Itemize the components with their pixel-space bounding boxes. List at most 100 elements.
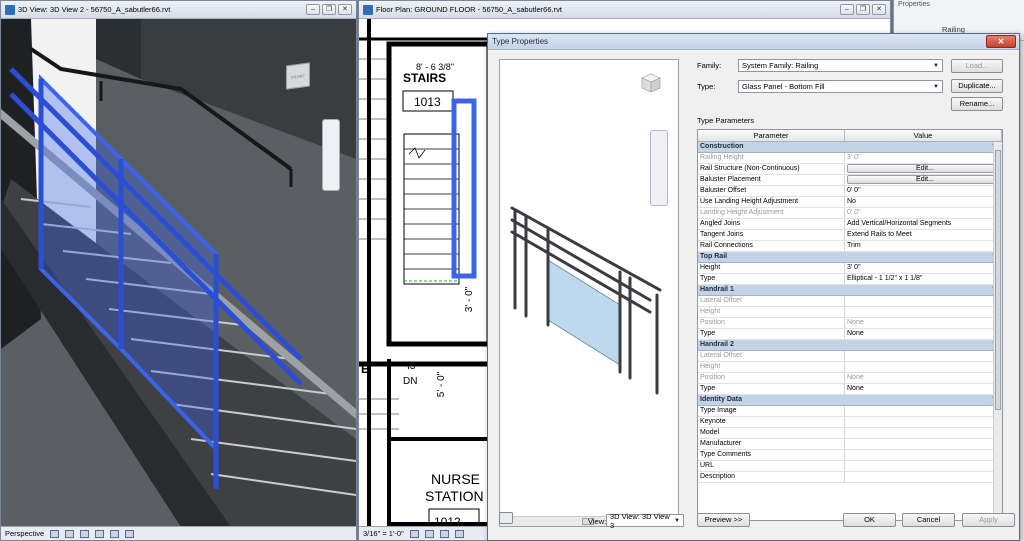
grid-scroll-thumb[interactable]: [995, 150, 1001, 410]
parameter-value[interactable]: [845, 428, 1002, 438]
parameter-value[interactable]: [845, 450, 1002, 460]
parameter-value[interactable]: None: [845, 384, 1002, 394]
parameter-value[interactable]: [845, 296, 1002, 306]
parameter-value[interactable]: [845, 439, 1002, 449]
parameter-row[interactable]: Position None: [698, 318, 1002, 329]
view-scale[interactable]: 3/16" = 1'-0": [363, 529, 404, 538]
edit-button[interactable]: Edit...: [847, 175, 1002, 184]
parameter-row[interactable]: Type Elliptical - 1 1/2" x 1 1/8": [698, 274, 1002, 285]
fp-restore-button[interactable]: ❐: [856, 4, 870, 15]
floorplan-titlebar[interactable]: Floor Plan: GROUND FLOOR - 56750_A_sabut…: [359, 1, 890, 19]
fp-minimize-button[interactable]: –: [840, 4, 854, 15]
view3d-canvas[interactable]: FRONT: [1, 19, 356, 527]
parameter-row[interactable]: URL: [698, 461, 1002, 472]
dialog-close-button[interactable]: ✕: [986, 35, 1016, 48]
minimize-button[interactable]: –: [306, 4, 320, 15]
type-parameters-grid[interactable]: Parameter Value Construction⌃Railing Hei…: [697, 129, 1003, 521]
sun-path-icon[interactable]: [65, 529, 75, 538]
parameter-row[interactable]: Baluster Placement Edit...: [698, 175, 1002, 186]
parameter-value[interactable]: Add Vertical/Horizontal Segments: [845, 219, 1002, 229]
parameter-value[interactable]: None: [845, 329, 1002, 339]
zoom-icon[interactable]: [499, 512, 513, 524]
parameter-value[interactable]: 0' 0": [845, 208, 1002, 218]
station-label[interactable]: STATION: [425, 488, 484, 504]
render-icon[interactable]: [95, 529, 105, 538]
group-header[interactable]: Handrail 1⌃: [698, 285, 1002, 296]
parameter-row[interactable]: Railing Height 3' 0": [698, 153, 1002, 164]
restore-button[interactable]: ❐: [322, 4, 336, 15]
fp-visual-style-icon[interactable]: [424, 529, 434, 538]
parameter-row[interactable]: Type None: [698, 384, 1002, 395]
dimension-side[interactable]: 3' - 0": [464, 287, 475, 312]
group-header[interactable]: Handrail 2⌃: [698, 340, 1002, 351]
parameter-row[interactable]: Height: [698, 307, 1002, 318]
edit-button[interactable]: Edit...: [847, 164, 1002, 173]
navigation-bar[interactable]: [322, 119, 340, 191]
group-header[interactable]: Construction⌃: [698, 142, 1002, 153]
parameter-row[interactable]: Use Landing Height Adjustment No: [698, 197, 1002, 208]
dialog-titlebar[interactable]: Type Properties ✕: [488, 34, 1019, 50]
load-button[interactable]: Load...: [951, 59, 1003, 73]
visual-style-icon[interactable]: [50, 529, 60, 538]
fp-sun-path-icon[interactable]: [439, 529, 449, 538]
parameter-row[interactable]: Type Comments: [698, 450, 1002, 461]
crop-icon[interactable]: [110, 529, 120, 538]
stairs-label[interactable]: STAIRS: [403, 71, 446, 85]
dimension-5[interactable]: 5' - 0": [436, 372, 447, 397]
parameter-value[interactable]: Extend Rails to Meet: [845, 230, 1002, 240]
group-header[interactable]: Top Rail⌃: [698, 252, 1002, 263]
parameter-value[interactable]: Trim: [845, 241, 1002, 251]
rename-button[interactable]: Rename...: [951, 97, 1003, 111]
parameter-value[interactable]: [845, 461, 1002, 471]
parameter-value[interactable]: 3' 0": [845, 263, 1002, 273]
detail-level-icon[interactable]: [409, 529, 419, 538]
parameter-row[interactable]: Height 3' 0": [698, 263, 1002, 274]
parameter-row[interactable]: Rail Connections Trim: [698, 241, 1002, 252]
nurse-label[interactable]: NURSE: [431, 471, 480, 487]
parameter-value[interactable]: None: [845, 318, 1002, 328]
parameter-row[interactable]: Lateral Offset: [698, 296, 1002, 307]
parameter-value-cell[interactable]: Edit...: [845, 164, 1002, 174]
parameter-row[interactable]: Manufacturer: [698, 439, 1002, 450]
parameter-value[interactable]: [845, 351, 1002, 361]
view3d-titlebar[interactable]: 3D View: 3D View 2 - 56750_A_sabutler66.…: [1, 1, 356, 19]
parameter-row[interactable]: Position None: [698, 373, 1002, 384]
parameter-row[interactable]: Landing Height Adjustment 0' 0": [698, 208, 1002, 219]
parameter-value[interactable]: [845, 362, 1002, 372]
viewcube[interactable]: FRONT: [286, 62, 310, 90]
parameter-row[interactable]: Baluster Offset 0' 0": [698, 186, 1002, 197]
parameter-row[interactable]: Description: [698, 472, 1002, 483]
temp-hide-icon[interactable]: [125, 529, 135, 538]
preview-pane[interactable]: [499, 59, 679, 527]
view3d-window[interactable]: 3D View: 3D View 2 - 56750_A_sabutler66.…: [0, 0, 357, 541]
parameter-row[interactable]: Height: [698, 362, 1002, 373]
parameter-value[interactable]: [845, 307, 1002, 317]
parameter-row[interactable]: Lateral Offset: [698, 351, 1002, 362]
parameter-row[interactable]: Keynote: [698, 417, 1002, 428]
ok-button[interactable]: OK: [843, 513, 896, 527]
parameter-value[interactable]: [845, 406, 1002, 416]
parameter-row[interactable]: Model: [698, 428, 1002, 439]
duplicate-button[interactable]: Duplicate...: [951, 79, 1003, 93]
view-dropdown[interactable]: 3D View: 3D View 3 ▼: [606, 512, 684, 530]
room-number-1013[interactable]: 1013: [414, 95, 441, 109]
type-properties-dialog[interactable]: Type Properties ✕ Family: System Family:…: [487, 33, 1020, 541]
parameter-value[interactable]: None: [845, 373, 1002, 383]
parameter-value[interactable]: [845, 472, 1002, 482]
group-header[interactable]: Identity Data⌃: [698, 395, 1002, 406]
parameter-row[interactable]: Tangent Joins Extend Rails to Meet: [698, 230, 1002, 241]
parameter-row[interactable]: Type Image: [698, 406, 1002, 417]
cancel-button[interactable]: Cancel: [902, 513, 955, 527]
preview-button[interactable]: Preview >>: [697, 513, 750, 527]
close-button[interactable]: ✕: [338, 4, 352, 15]
fp-shadows-icon[interactable]: [454, 529, 464, 538]
parameter-row[interactable]: Rail Structure (Non-Continuous) Edit...: [698, 164, 1002, 175]
family-dropdown[interactable]: System Family: Railing ▼: [738, 59, 943, 72]
parameter-value[interactable]: [845, 417, 1002, 427]
shadows-icon[interactable]: [80, 529, 90, 538]
parameter-value[interactable]: 0' 0": [845, 186, 1002, 196]
parameter-row[interactable]: Type None: [698, 329, 1002, 340]
fp-close-button[interactable]: ✕: [872, 4, 886, 15]
parameter-value[interactable]: No: [845, 197, 1002, 207]
apply-button[interactable]: Apply: [962, 513, 1015, 527]
